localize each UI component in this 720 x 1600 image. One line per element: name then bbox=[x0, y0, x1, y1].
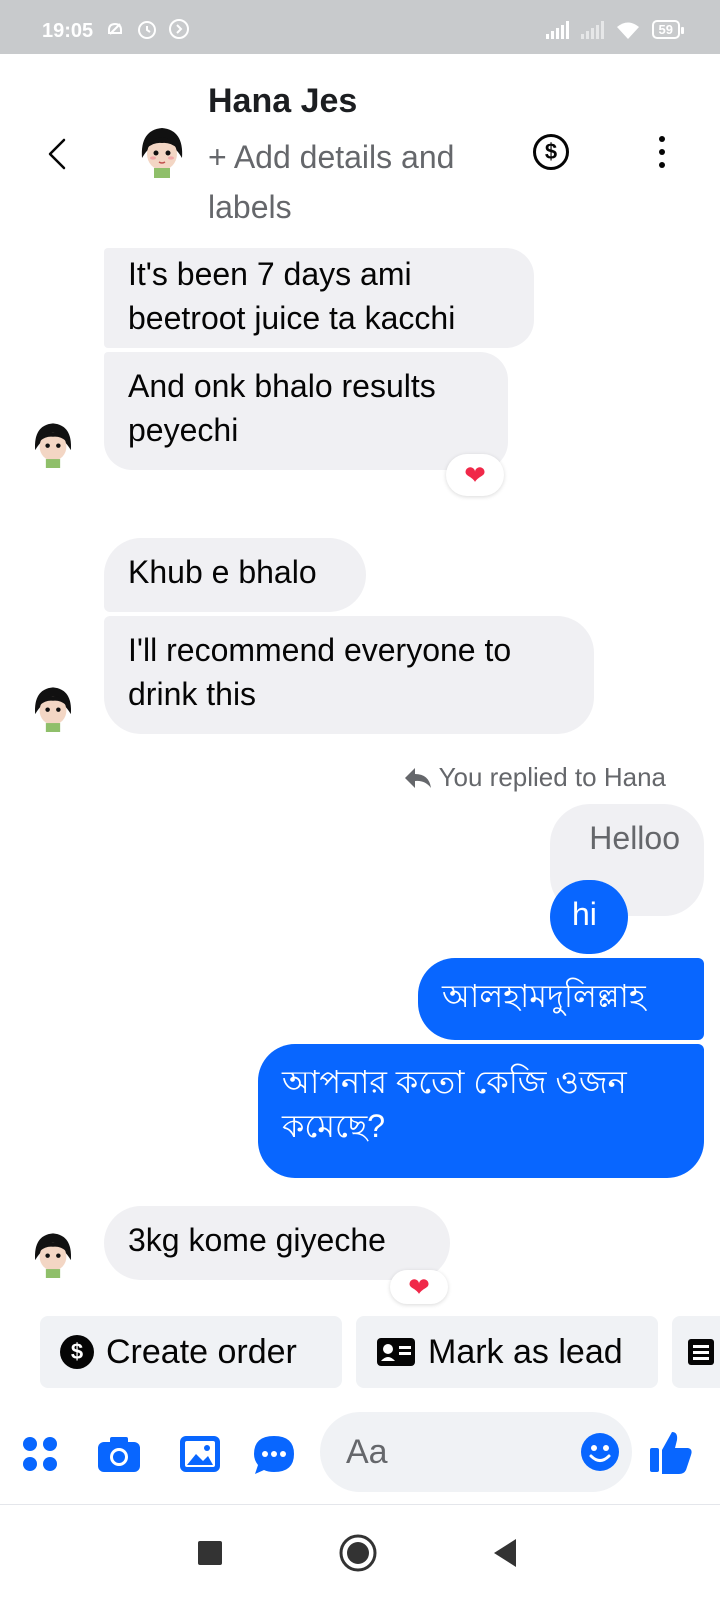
avatar[interactable] bbox=[134, 122, 190, 178]
heart-reaction-icon[interactable]: ❤ bbox=[446, 454, 504, 496]
contact-name[interactable]: Hana Jes bbox=[208, 82, 357, 121]
thumbs-up-icon[interactable] bbox=[648, 1428, 694, 1476]
chat-header: Hana Jes + Add details and labels $ bbox=[0, 54, 720, 230]
status-bar: 19:05 59 bbox=[0, 0, 720, 54]
reply-arrow-icon bbox=[404, 767, 431, 788]
wifi-icon bbox=[616, 22, 639, 39]
signal-secondary-icon bbox=[580, 20, 604, 39]
message-bubble[interactable]: And onk bhalo results peyechi bbox=[104, 352, 508, 470]
system-navigation-bar bbox=[0, 1504, 720, 1600]
mute-icon bbox=[108, 22, 122, 35]
camera-icon[interactable] bbox=[96, 1434, 142, 1474]
message-bubble[interactable]: Khub e bhalo bbox=[104, 538, 366, 612]
avatar[interactable] bbox=[28, 418, 78, 468]
more-options-icon[interactable] bbox=[648, 134, 676, 170]
saved-replies-icon[interactable] bbox=[252, 1434, 296, 1476]
status-notification-icons bbox=[104, 18, 190, 40]
signal-icon bbox=[545, 20, 569, 39]
status-system-icons: 59 bbox=[545, 20, 685, 39]
add-details-link[interactable]: + Add details and labels bbox=[208, 132, 488, 232]
message-bubble[interactable]: আপনার কতো কেজি ওজন কমেছে? bbox=[258, 1044, 704, 1178]
payment-dollar-icon[interactable]: $ bbox=[533, 134, 569, 170]
avatar[interactable] bbox=[28, 682, 78, 732]
create-order-button[interactable]: $ Create order bbox=[40, 1316, 342, 1388]
message-bubble[interactable]: It's been 7 days ami beetroot juice ta k… bbox=[104, 248, 534, 348]
contact-card-icon bbox=[377, 1338, 415, 1366]
back-button[interactable] bbox=[40, 134, 80, 174]
mark-as-lead-button[interactable]: Mark as lead bbox=[356, 1316, 658, 1388]
alarm-icon bbox=[138, 21, 156, 39]
apps-grid-icon[interactable] bbox=[20, 1434, 60, 1474]
back-nav-icon[interactable] bbox=[490, 1537, 520, 1569]
status-time: 19:05 bbox=[42, 20, 94, 42]
avatar[interactable] bbox=[28, 1228, 78, 1278]
battery-indicator: 59 bbox=[651, 20, 685, 39]
message-bubble[interactable]: hi bbox=[550, 880, 628, 954]
dollar-icon: $ bbox=[60, 1335, 94, 1369]
list-icon bbox=[688, 1339, 714, 1365]
more-actions-button[interactable] bbox=[672, 1316, 720, 1388]
message-bubble[interactable]: 3kg kome giyeche bbox=[104, 1206, 450, 1280]
message-bubble[interactable]: আলহামদুলিল্লাহ bbox=[418, 958, 704, 1040]
data-saver-icon bbox=[169, 19, 189, 39]
heart-reaction-icon[interactable]: ❤ bbox=[390, 1270, 448, 1304]
message-composer bbox=[0, 1404, 720, 1504]
emoji-icon[interactable] bbox=[580, 1432, 620, 1472]
reply-note: You replied to Hana bbox=[403, 762, 666, 793]
home-icon[interactable] bbox=[338, 1533, 378, 1573]
gallery-icon[interactable] bbox=[178, 1434, 222, 1474]
recents-icon[interactable] bbox=[196, 1539, 224, 1567]
message-bubble[interactable]: I'll recommend everyone to drink this bbox=[104, 616, 594, 734]
